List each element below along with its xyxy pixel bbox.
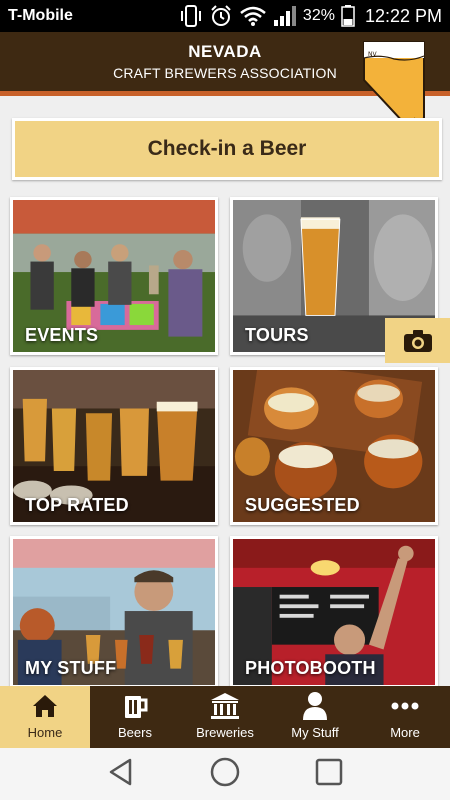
status-icons: 32% 12:22 PM: [179, 4, 442, 28]
tile-my-stuff[interactable]: MY STUFF: [10, 536, 218, 688]
nav-my-stuff[interactable]: My Stuff: [270, 686, 360, 748]
tile-events[interactable]: EVENTS: [10, 197, 218, 355]
tile-label: MY STUFF: [25, 658, 117, 678]
camera-button[interactable]: [385, 318, 450, 363]
nav-more[interactable]: More: [360, 686, 450, 748]
battery-percent: 32%: [302, 7, 335, 24]
home-icon: [31, 690, 59, 722]
bottom-nav: Home Beers Breweries My Stuff More: [0, 686, 450, 748]
more-icon: [391, 690, 419, 722]
home-circle-icon[interactable]: [209, 756, 241, 793]
back-icon[interactable]: [106, 757, 136, 792]
beer-mug-icon: [121, 690, 149, 722]
tile-label: EVENTS: [25, 325, 99, 345]
check-in-beer-button[interactable]: Check-in a Beer: [12, 118, 442, 180]
tile-photobooth[interactable]: PHOTOBOOTH: [230, 536, 438, 688]
nav-breweries[interactable]: Breweries: [180, 686, 270, 748]
tile-label: PHOTOBOOTH: [245, 658, 376, 678]
android-nav-bar: [0, 748, 450, 800]
camera-icon: [403, 329, 432, 352]
nav-home[interactable]: Home: [0, 686, 90, 748]
status-bar: T-Mobile 32% 12:22 PM: [0, 0, 450, 32]
tile-suggested[interactable]: SUGGESTED: [230, 367, 438, 525]
nav-label: Beers: [118, 725, 152, 740]
nav-label: More: [390, 725, 420, 740]
recents-icon[interactable]: [314, 757, 344, 792]
nav-label: My Stuff: [291, 725, 339, 740]
tile-top-rated[interactable]: TOP RATED: [10, 367, 218, 525]
user-icon: [302, 690, 328, 722]
svg-text:NV: NV: [368, 51, 377, 58]
battery-icon: [341, 5, 355, 27]
nav-label: Home: [27, 725, 63, 740]
tile-label: SUGGESTED: [245, 495, 360, 515]
nav-label: Breweries: [196, 725, 254, 740]
alarm-icon: [209, 4, 233, 28]
phone-vibrate-icon: [179, 5, 203, 27]
signal-icon: [273, 5, 297, 27]
wifi-icon: [239, 5, 267, 27]
building-icon: [209, 690, 241, 722]
tile-label: TOP RATED: [25, 495, 129, 515]
carrier-name: T-Mobile: [8, 7, 73, 24]
tile-label: TOURS: [245, 325, 309, 345]
clock: 12:22 PM: [364, 5, 442, 26]
nav-beers[interactable]: Beers: [90, 686, 180, 748]
